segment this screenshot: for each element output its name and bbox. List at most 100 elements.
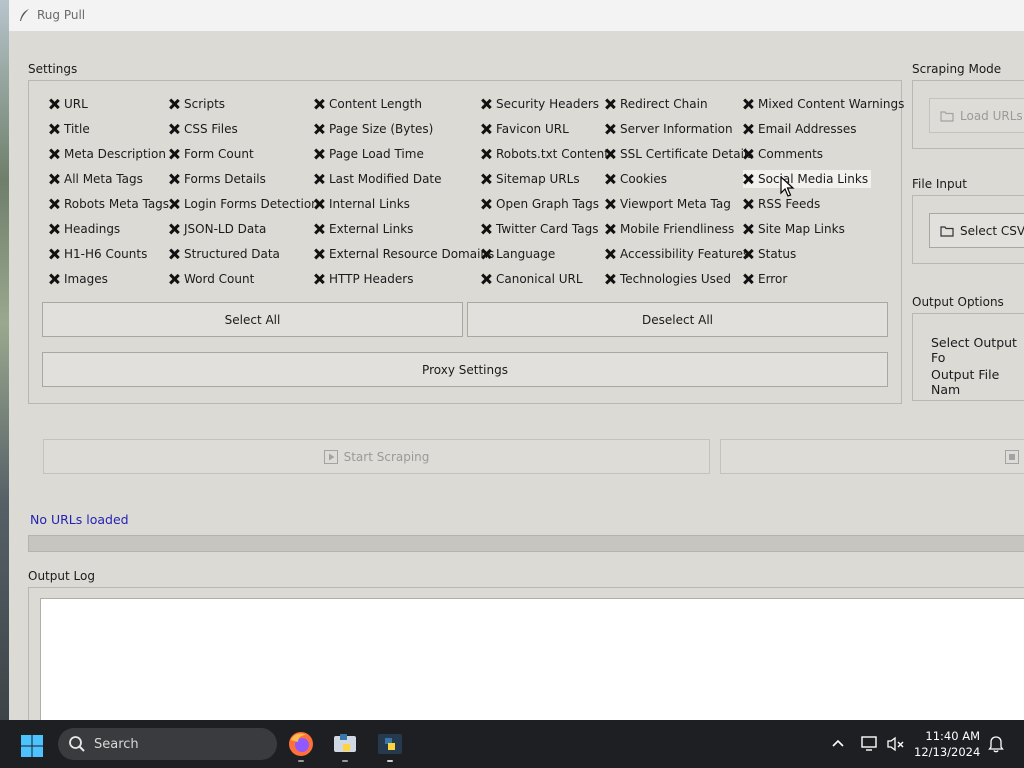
checkbox-ssl-certificate-details[interactable]: SSL Certificate Details (605, 145, 753, 163)
checkbox-checked-icon[interactable] (481, 174, 491, 184)
checkbox-checked-icon[interactable] (743, 99, 753, 109)
python-idle-icon[interactable] (331, 730, 359, 758)
checkbox-checked-icon[interactable] (605, 199, 615, 209)
checkbox-checked-icon[interactable] (49, 199, 59, 209)
checkbox-last-modified-date[interactable]: Last Modified Date (314, 170, 442, 188)
checkbox-checked-icon[interactable] (49, 174, 59, 184)
checkbox-checked-icon[interactable] (605, 149, 615, 159)
network-icon[interactable] (860, 735, 880, 753)
checkbox-checked-icon[interactable] (314, 99, 324, 109)
checkbox-checked-icon[interactable] (314, 149, 324, 159)
checkbox-server-information[interactable]: Server Information (605, 120, 733, 138)
checkbox-external-resource-domains[interactable]: External Resource Domains (314, 245, 494, 263)
checkbox-checked-icon[interactable] (314, 124, 324, 134)
checkbox-checked-icon[interactable] (314, 274, 324, 284)
checkbox-sitemap-urls[interactable]: Sitemap URLs (481, 170, 580, 188)
start-scraping-button[interactable]: Start Scraping (43, 439, 710, 474)
checkbox-language[interactable]: Language (481, 245, 555, 263)
checkbox-social-media-links[interactable]: Social Media Links (743, 170, 872, 188)
volume-muted-icon[interactable] (886, 735, 906, 753)
checkbox-checked-icon[interactable] (743, 174, 753, 184)
checkbox-json-ld-data[interactable]: JSON-LD Data (169, 220, 266, 238)
stop-scraping-button[interactable] (720, 439, 1024, 474)
checkbox-checked-icon[interactable] (481, 249, 491, 259)
checkbox-h1-h6-counts[interactable]: H1-H6 Counts (49, 245, 147, 263)
checkbox-checked-icon[interactable] (49, 149, 59, 159)
checkbox-mobile-friendliness[interactable]: Mobile Friendliness (605, 220, 734, 238)
checkbox-css-files[interactable]: CSS Files (169, 120, 238, 138)
title-bar[interactable]: Rug Pull (9, 0, 1024, 31)
checkbox-email-addresses[interactable]: Email Addresses (743, 120, 857, 138)
load-urls-button[interactable]: Load URLs (929, 98, 1024, 133)
checkbox-robots-txt-content[interactable]: Robots.txt Content (481, 145, 609, 163)
checkbox-headings[interactable]: Headings (49, 220, 120, 238)
checkbox-checked-icon[interactable] (314, 199, 324, 209)
checkbox-meta-description[interactable]: Meta Description (49, 145, 166, 163)
checkbox-checked-icon[interactable] (481, 199, 491, 209)
notification-bell-icon[interactable] (988, 735, 1004, 753)
windows-start-icon[interactable] (20, 734, 44, 758)
checkbox-checked-icon[interactable] (314, 174, 324, 184)
checkbox-checked-icon[interactable] (605, 224, 615, 234)
checkbox-checked-icon[interactable] (169, 274, 179, 284)
checkbox-favicon-url[interactable]: Favicon URL (481, 120, 569, 138)
checkbox-page-load-time[interactable]: Page Load Time (314, 145, 424, 163)
checkbox-checked-icon[interactable] (605, 274, 615, 284)
taskbar-search-box[interactable]: Search (58, 728, 277, 760)
checkbox-checked-icon[interactable] (481, 149, 491, 159)
checkbox-error[interactable]: Error (743, 270, 787, 288)
checkbox-url[interactable]: URL (49, 95, 88, 113)
checkbox-twitter-card-tags[interactable]: Twitter Card Tags (481, 220, 599, 238)
chevron-up-icon[interactable] (831, 738, 845, 748)
checkbox-checked-icon[interactable] (743, 149, 753, 159)
checkbox-checked-icon[interactable] (743, 199, 753, 209)
checkbox-open-graph-tags[interactable]: Open Graph Tags (481, 195, 599, 213)
checkbox-checked-icon[interactable] (481, 99, 491, 109)
checkbox-all-meta-tags[interactable]: All Meta Tags (49, 170, 143, 188)
checkbox-form-count[interactable]: Form Count (169, 145, 254, 163)
checkbox-images[interactable]: Images (49, 270, 108, 288)
firefox-icon[interactable] (287, 730, 315, 758)
checkbox-title[interactable]: Title (49, 120, 90, 138)
checkbox-checked-icon[interactable] (169, 199, 179, 209)
checkbox-checked-icon[interactable] (605, 174, 615, 184)
checkbox-forms-details[interactable]: Forms Details (169, 170, 266, 188)
checkbox-checked-icon[interactable] (743, 124, 753, 134)
checkbox-http-headers[interactable]: HTTP Headers (314, 270, 413, 288)
checkbox-checked-icon[interactable] (169, 124, 179, 134)
checkbox-status[interactable]: Status (743, 245, 796, 263)
checkbox-content-length[interactable]: Content Length (314, 95, 422, 113)
checkbox-robots-meta-tags[interactable]: Robots Meta Tags (49, 195, 169, 213)
checkbox-checked-icon[interactable] (169, 249, 179, 259)
checkbox-checked-icon[interactable] (743, 224, 753, 234)
checkbox-checked-icon[interactable] (169, 174, 179, 184)
checkbox-checked-icon[interactable] (481, 274, 491, 284)
checkbox-checked-icon[interactable] (169, 99, 179, 109)
checkbox-security-headers[interactable]: Security Headers (481, 95, 599, 113)
checkbox-checked-icon[interactable] (605, 124, 615, 134)
checkbox-accessibility-features[interactable]: Accessibility Features (605, 245, 749, 263)
checkbox-checked-icon[interactable] (314, 249, 324, 259)
checkbox-site-map-links[interactable]: Site Map Links (743, 220, 845, 238)
select-csv-button[interactable]: Select CSV (929, 213, 1024, 248)
checkbox-page-size-bytes[interactable]: Page Size (Bytes) (314, 120, 433, 138)
checkbox-checked-icon[interactable] (605, 99, 615, 109)
taskbar-clock[interactable]: 11:40 AM 12/13/2024 (914, 728, 980, 760)
select-all-button[interactable]: Select All (42, 302, 463, 337)
checkbox-checked-icon[interactable] (314, 224, 324, 234)
checkbox-external-links[interactable]: External Links (314, 220, 413, 238)
checkbox-cookies[interactable]: Cookies (605, 170, 667, 188)
checkbox-scripts[interactable]: Scripts (169, 95, 225, 113)
checkbox-mixed-content-warnings[interactable]: Mixed Content Warnings (743, 95, 904, 113)
checkbox-checked-icon[interactable] (605, 249, 615, 259)
checkbox-internal-links[interactable]: Internal Links (314, 195, 410, 213)
checkbox-structured-data[interactable]: Structured Data (169, 245, 280, 263)
checkbox-technologies-used[interactable]: Technologies Used (605, 270, 731, 288)
checkbox-checked-icon[interactable] (481, 224, 491, 234)
checkbox-comments[interactable]: Comments (743, 145, 823, 163)
checkbox-checked-icon[interactable] (49, 224, 59, 234)
checkbox-checked-icon[interactable] (49, 124, 59, 134)
checkbox-checked-icon[interactable] (481, 124, 491, 134)
deselect-all-button[interactable]: Deselect All (467, 302, 888, 337)
checkbox-viewport-meta-tag[interactable]: Viewport Meta Tag (605, 195, 731, 213)
